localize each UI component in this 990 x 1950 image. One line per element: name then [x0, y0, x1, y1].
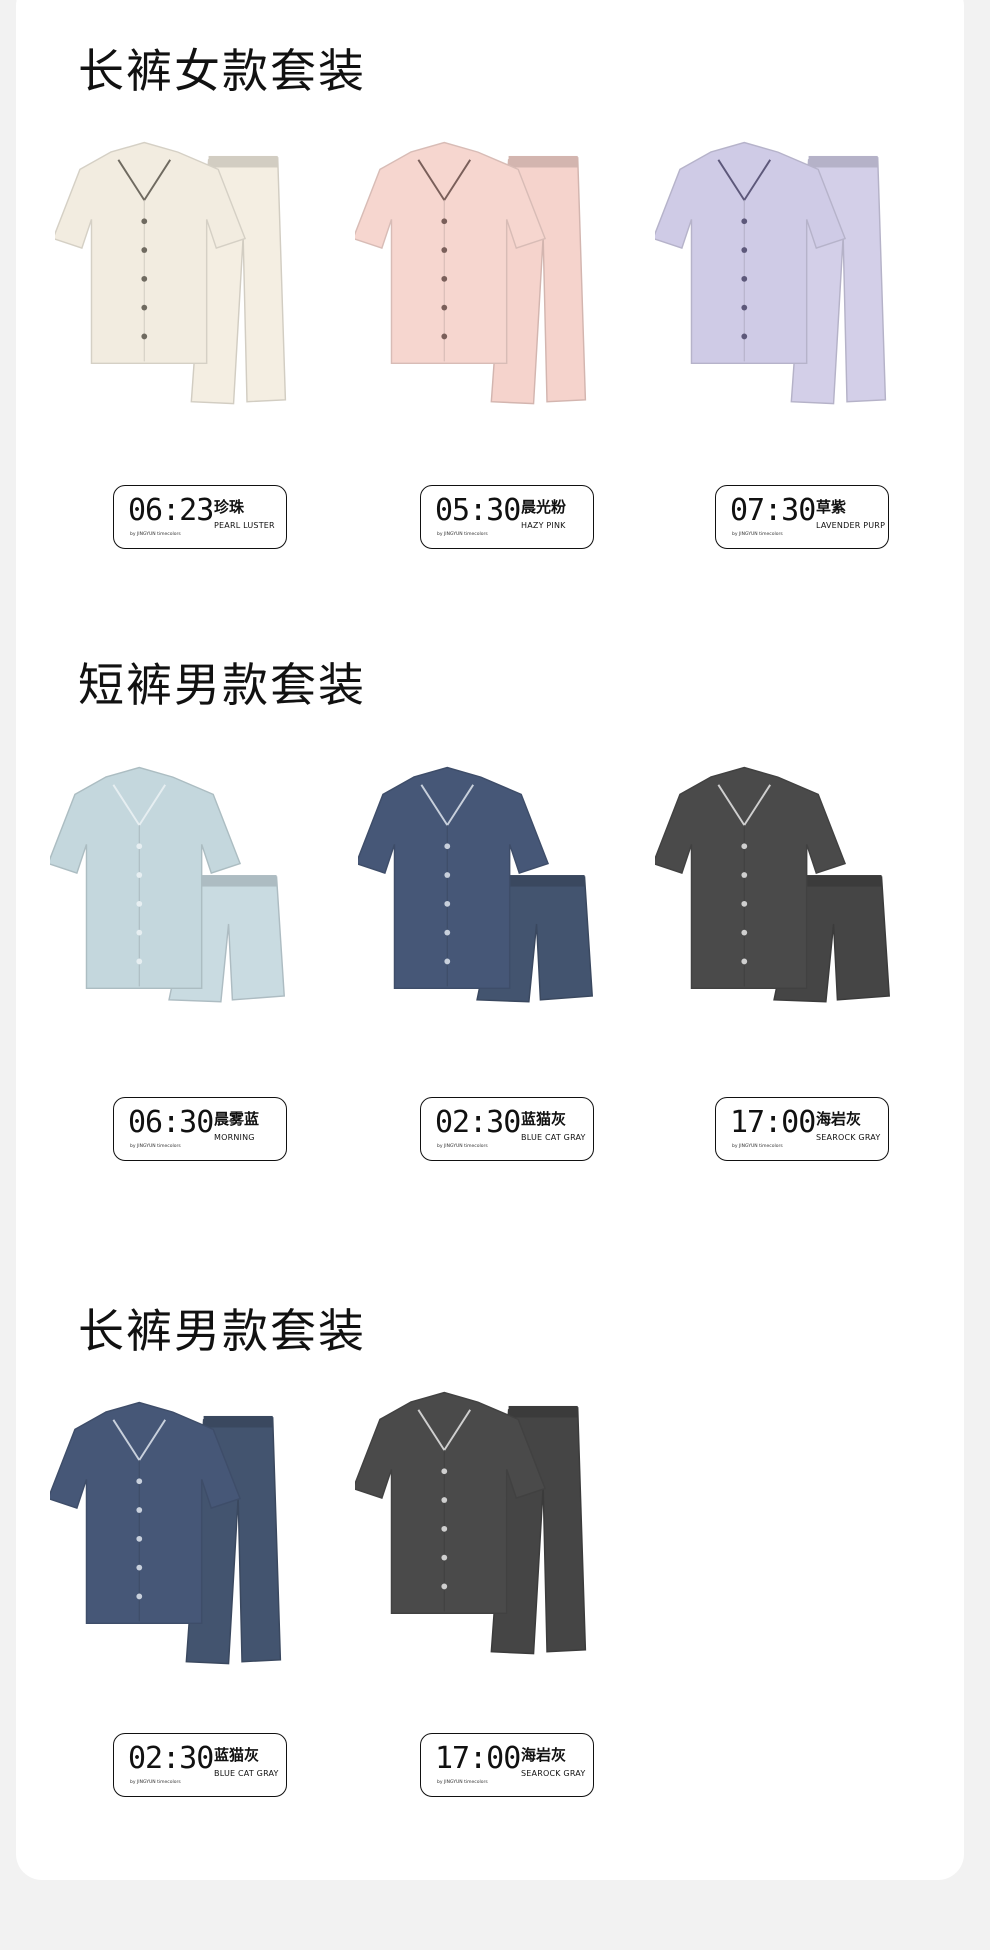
waistband-shape — [799, 875, 882, 887]
badge-color-name: 海岩灰 — [816, 1110, 862, 1128]
button-dot — [444, 843, 451, 850]
badge-color-name: 晨光粉 — [521, 498, 567, 516]
button-dot — [136, 1478, 143, 1485]
badge-color-english: BLUE CAT GRAY — [214, 1769, 279, 1778]
badge-color-name: 草紫 — [816, 498, 847, 516]
button-dot — [441, 1525, 448, 1532]
waistband-shape — [208, 155, 278, 168]
badge-time: 17:00 — [730, 1105, 816, 1140]
waistband-shape — [203, 1415, 273, 1428]
badge-color-name: 海岩灰 — [521, 1746, 567, 1764]
badge-brand: by JINGYUN timecolors — [130, 1144, 181, 1149]
badge-brand: by JINGYUN timecolors — [437, 1144, 488, 1149]
color-badge-blue-cat-gray-long: 02:30 蓝猫灰 BLUE CAT GRAY by JINGYUN timec… — [113, 1733, 287, 1797]
button-dot — [741, 333, 748, 340]
button-dot — [441, 1468, 448, 1475]
button-dot — [741, 275, 748, 282]
badge-brand: by JINGYUN timecolors — [130, 532, 181, 537]
color-badge-searock-gray-short: 17:00 海岩灰 SEAROCK GRAY by JINGYUN timeco… — [715, 1097, 889, 1161]
button-dot — [444, 872, 451, 878]
waistband-shape — [502, 875, 585, 887]
product-image-searock-gray-short[interactable] — [655, 750, 895, 1050]
button-dot — [441, 275, 448, 282]
section-title-men-short: 短裤男款套装 — [78, 658, 366, 712]
badge-time: 06:30 — [128, 1105, 214, 1140]
button-dot — [141, 333, 148, 340]
waistband-shape — [194, 875, 277, 887]
button-dot — [741, 247, 748, 253]
badge-color-english: HAZY PINK — [521, 521, 566, 530]
button-dot — [136, 1507, 143, 1513]
badge-color-english: BLUE CAT GRAY — [521, 1133, 586, 1142]
button-dot — [441, 1554, 448, 1561]
product-image-morning[interactable] — [50, 750, 290, 1050]
button-dot — [741, 958, 748, 965]
color-badge-morning: 06:30 晨雾蓝 MORNING by JINGYUN timecolors — [113, 1097, 287, 1161]
badge-color-english: PEARL LUSTER — [214, 521, 275, 530]
product-image-lavender[interactable] — [655, 125, 895, 425]
button-dot — [141, 218, 148, 225]
badge-color-english: SEAROCK GRAY — [816, 1133, 881, 1142]
waistband-shape — [808, 155, 878, 168]
button-dot — [741, 843, 748, 850]
badge-brand: by JINGYUN timecolors — [437, 532, 488, 537]
button-dot — [141, 304, 148, 311]
product-image-blue-cat-gray-long[interactable] — [50, 1385, 290, 1685]
button-dot — [441, 304, 448, 311]
button-dot — [136, 958, 143, 965]
button-dot — [741, 929, 748, 936]
color-badge-pearl-luster: 06:23 珍珠 PEARL LUSTER by JINGYUN timecol… — [113, 485, 287, 549]
badge-color-name: 蓝猫灰 — [214, 1746, 260, 1764]
color-badge-hazy-pink: 05:30 晨光粉 HAZY PINK by JINGYUN timecolor… — [420, 485, 594, 549]
product-image-pearl-luster[interactable] — [55, 125, 295, 425]
button-dot — [741, 872, 748, 878]
button-dot — [741, 900, 748, 907]
button-dot — [141, 275, 148, 282]
button-dot — [444, 900, 451, 907]
button-dot — [741, 304, 748, 311]
product-image-hazy-pink[interactable] — [355, 125, 595, 425]
badge-color-english: MORNING — [214, 1133, 255, 1142]
button-dot — [444, 929, 451, 936]
section-title-men-long: 长裤男款套装 — [78, 1304, 366, 1358]
button-dot — [141, 247, 148, 253]
badge-time: 02:30 — [128, 1741, 214, 1776]
button-dot — [441, 1583, 448, 1590]
button-dot — [136, 900, 143, 907]
badge-time: 06:23 — [128, 493, 214, 528]
color-badge-lavender: 07:30 草紫 LAVENDER PURP by JINGYUN timeco… — [715, 485, 889, 549]
badge-color-english: SEAROCK GRAY — [521, 1769, 586, 1778]
badge-color-name: 蓝猫灰 — [521, 1110, 567, 1128]
badge-brand: by JINGYUN timecolors — [437, 1780, 488, 1785]
color-badge-searock-gray-long: 17:00 海岩灰 SEAROCK GRAY by JINGYUN timeco… — [420, 1733, 594, 1797]
button-dot — [136, 1564, 143, 1571]
button-dot — [441, 1497, 448, 1503]
button-dot — [136, 872, 143, 878]
badge-time: 02:30 — [435, 1105, 521, 1140]
button-dot — [441, 218, 448, 225]
button-dot — [444, 958, 451, 965]
badge-time: 17:00 — [435, 1741, 521, 1776]
badge-time: 07:30 — [730, 493, 816, 528]
product-image-searock-gray-long[interactable] — [355, 1375, 595, 1675]
button-dot — [441, 333, 448, 340]
badge-color-name: 晨雾蓝 — [214, 1110, 260, 1128]
badge-color-english: LAVENDER PURP — [816, 521, 886, 530]
button-dot — [136, 843, 143, 850]
color-badge-blue-cat-gray-short: 02:30 蓝猫灰 BLUE CAT GRAY by JINGYUN timec… — [420, 1097, 594, 1161]
badge-time: 05:30 — [435, 493, 521, 528]
badge-brand: by JINGYUN timecolors — [130, 1780, 181, 1785]
section-title-women-long: 长裤女款套装 — [78, 44, 366, 98]
product-image-blue-cat-gray-short[interactable] — [358, 750, 598, 1050]
waistband-shape — [508, 155, 578, 168]
button-dot — [741, 218, 748, 225]
badge-color-name: 珍珠 — [214, 498, 245, 516]
button-dot — [136, 929, 143, 936]
button-dot — [441, 247, 448, 253]
waistband-shape — [508, 1405, 578, 1418]
button-dot — [136, 1535, 143, 1542]
badge-brand: by JINGYUN timecolors — [732, 1144, 783, 1149]
button-dot — [136, 1593, 143, 1600]
badge-brand: by JINGYUN timecolors — [732, 532, 783, 537]
